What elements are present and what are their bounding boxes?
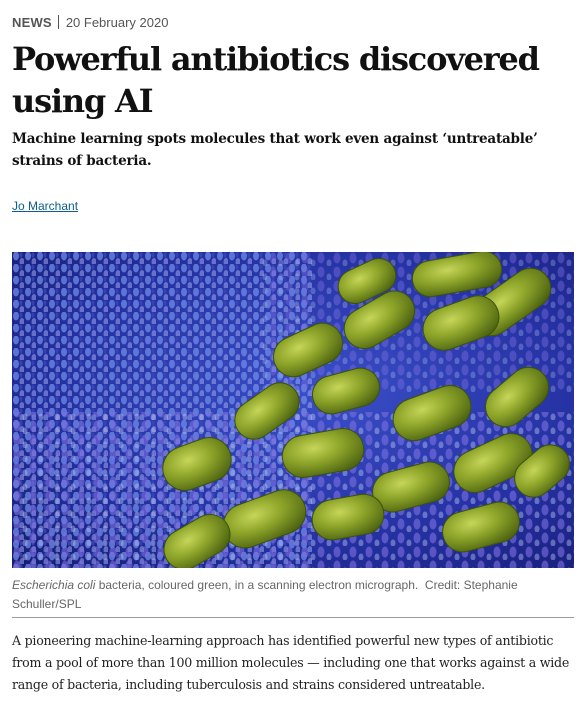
author-link[interactable]: Jo Marchant xyxy=(12,199,78,213)
caption-divider xyxy=(12,617,574,618)
article-body-paragraph: A pioneering machine-learning approach h… xyxy=(12,633,570,692)
article-hero-image xyxy=(12,252,574,568)
meta-divider xyxy=(57,15,59,29)
article-title: Powerful antibiotics discovered using AI xyxy=(12,40,540,120)
caption-text: bacteria, coloured green, in a scanning … xyxy=(95,578,419,592)
article-type-label: NEWS xyxy=(12,15,52,30)
article-standfirst: Machine learning spots molecules that wo… xyxy=(12,131,538,169)
article-meta: NEWS 20 February 2020 xyxy=(12,15,168,30)
image-caption: Escherichia coli bacteria, coloured gree… xyxy=(12,576,574,614)
caption-species: Escherichia coli xyxy=(12,578,96,592)
publish-date: 20 February 2020 xyxy=(65,15,169,30)
bacteria-micrograph-image xyxy=(12,252,574,568)
